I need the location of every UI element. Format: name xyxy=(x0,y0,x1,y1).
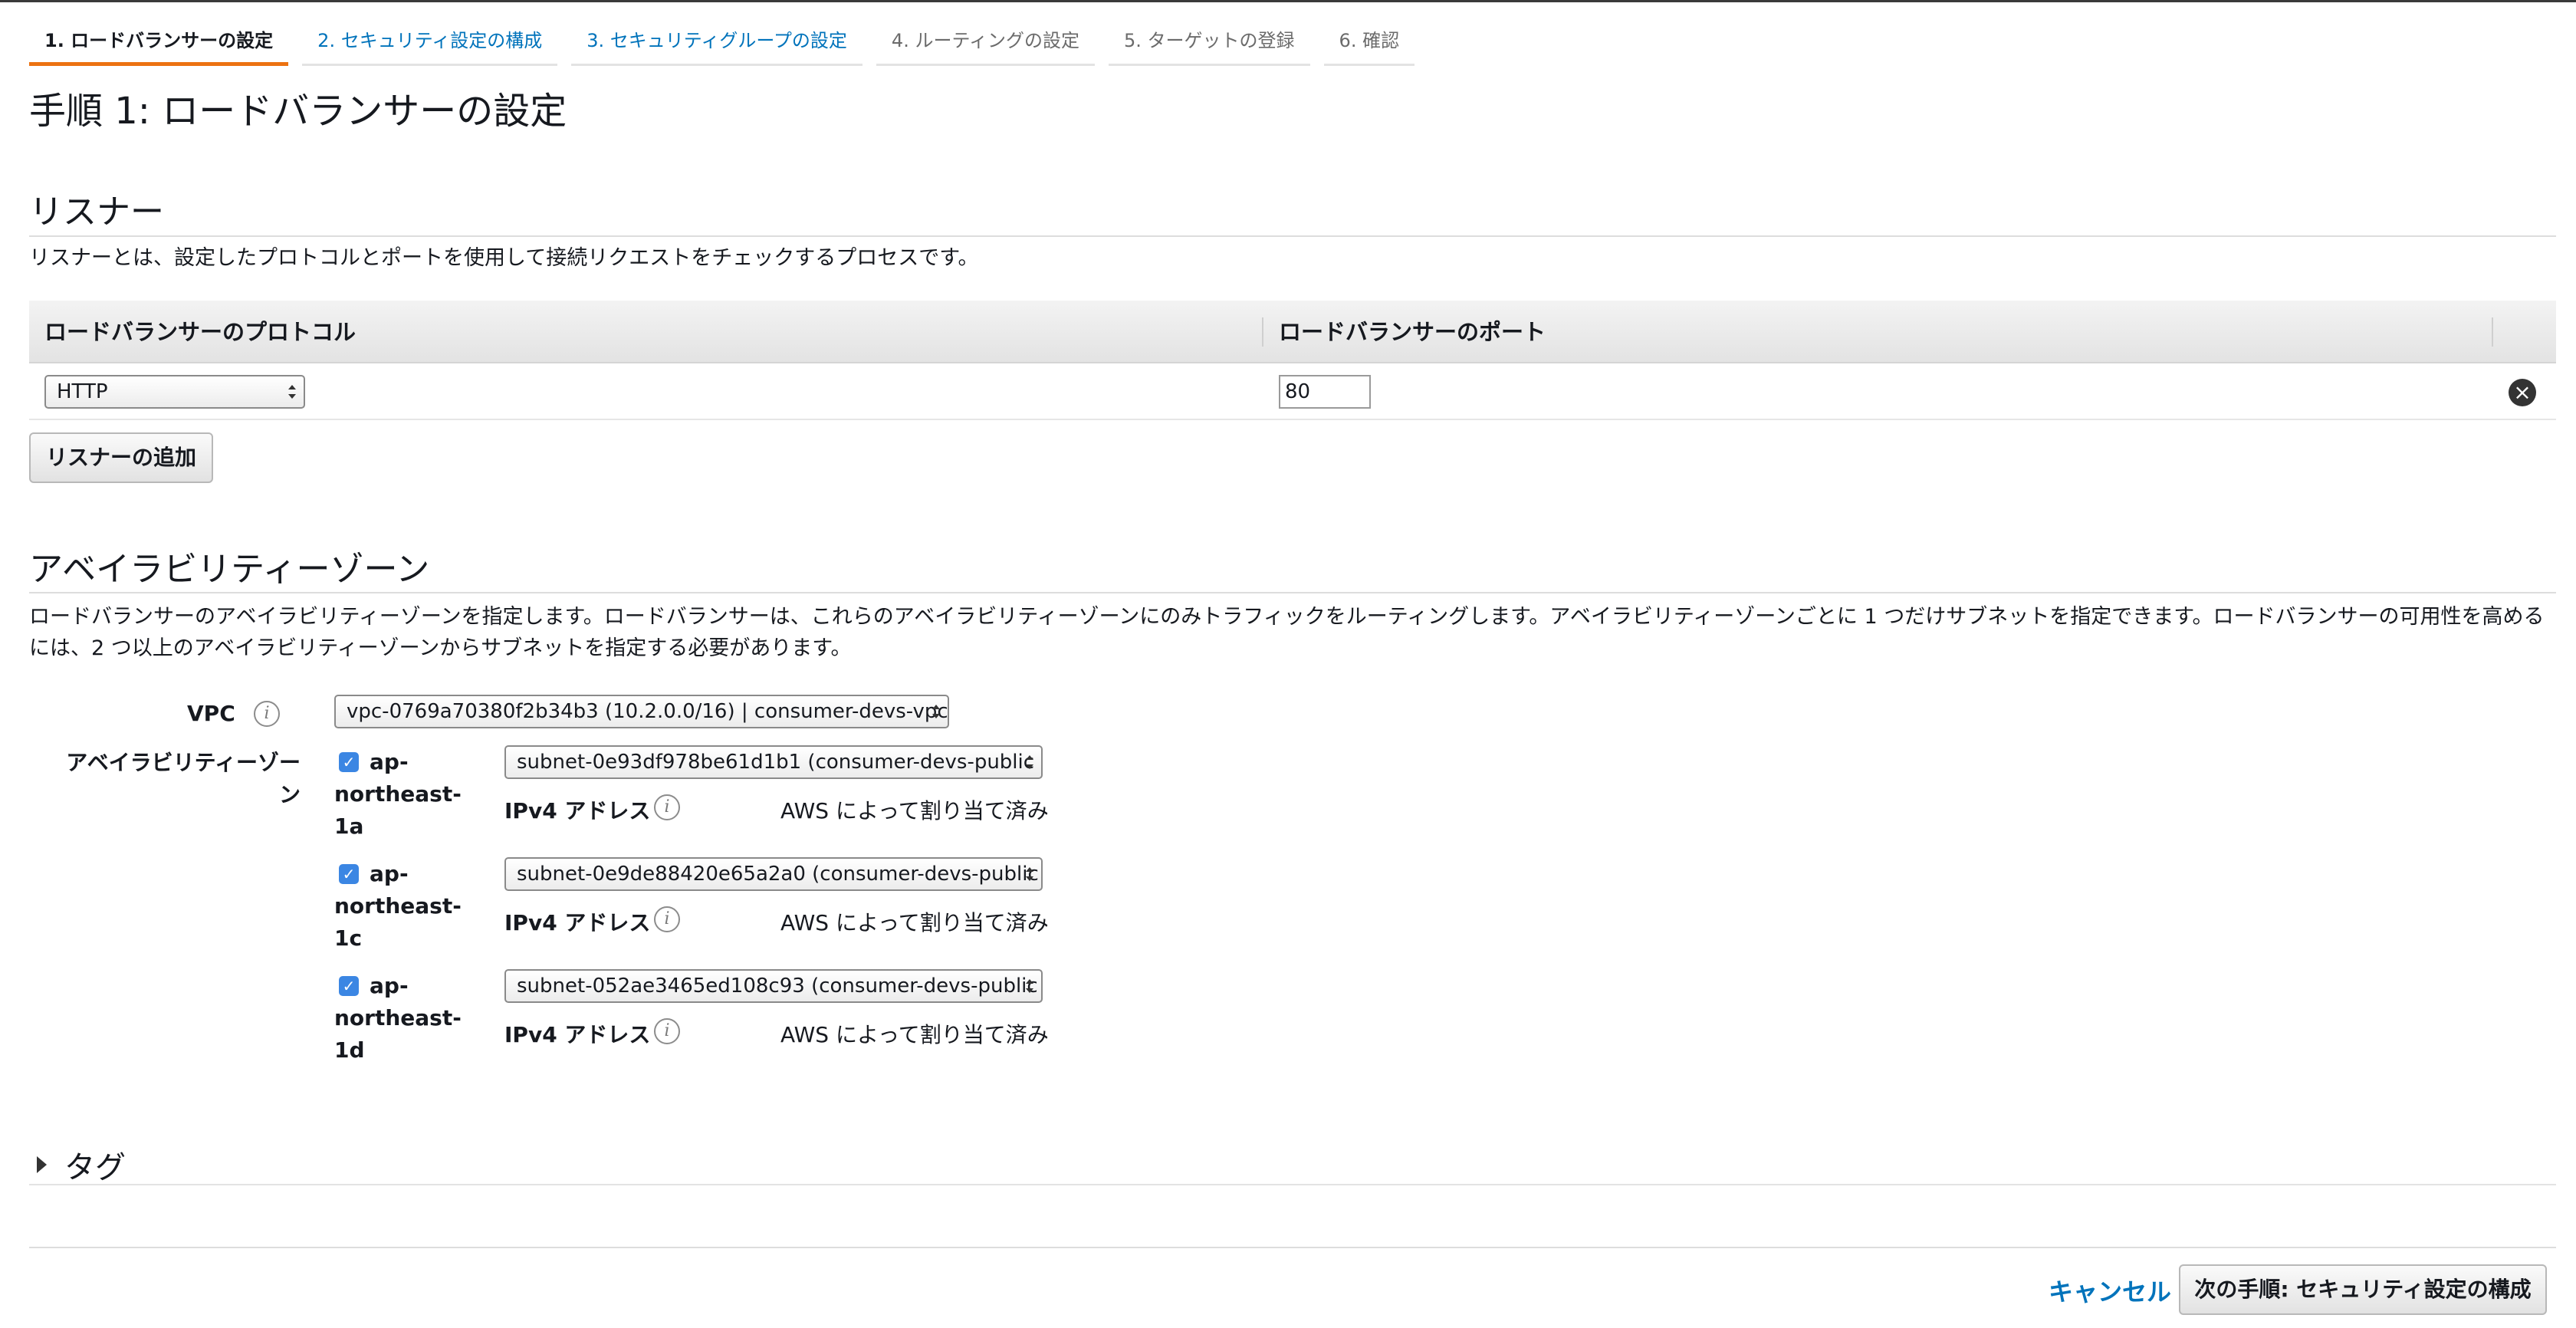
tab-configure-load-balancer[interactable]: 1. ロードバランサーの設定 xyxy=(29,21,289,66)
subnet-select-value: subnet-0e93df978be61d1b1 (consumer-devs-… xyxy=(517,751,1035,774)
vpc-select[interactable]: vpc-0769a70380f2b34b3 (10.2.0.0/16) | co… xyxy=(334,695,949,728)
select-arrows-icon xyxy=(932,705,940,718)
availability-zones-divider xyxy=(29,592,2556,593)
footer-divider xyxy=(29,1247,2556,1248)
protocol-select[interactable]: HTTP xyxy=(44,375,305,409)
tags-title: タグ xyxy=(64,1150,126,1185)
tab-configure-security-settings[interactable]: 2. セキュリティ設定の構成 xyxy=(302,21,558,66)
listeners-title: リスナー xyxy=(29,192,164,232)
zone-name-ap-northeast-1a: ap-northeast-1a xyxy=(334,749,462,839)
page-title: 手順 1: ロードバランサーの設定 xyxy=(29,90,567,133)
select-arrows-icon xyxy=(1026,867,1033,881)
subnet-select-value: subnet-052ae3465ed108c93 (consumer-devs-… xyxy=(517,975,1038,998)
tab-review: 6. 確認 xyxy=(1323,21,1415,66)
ipv4-label: IPv4 アドレス xyxy=(504,1022,651,1047)
subnet-select-ap-northeast-1c[interactable]: subnet-0e9de88420e65a2a0 (consumer-devs-… xyxy=(504,857,1043,891)
column-separator xyxy=(2492,317,2493,347)
top-border xyxy=(0,0,2576,2)
remove-listener-icon[interactable]: × xyxy=(2509,379,2536,406)
ipv4-value: AWS によって割り当て済み xyxy=(780,1022,1049,1047)
tab-register-targets: 5. ターゲットの登録 xyxy=(1109,21,1310,66)
tags-section-toggle[interactable]: タグ xyxy=(29,1142,2556,1185)
wizard-tabs: 1. ロードバランサーの設定 2. セキュリティ設定の構成 3. セキュリティグ… xyxy=(29,21,1428,66)
tab-configure-routing: 4. ルーティングの設定 xyxy=(876,21,1096,66)
zone-name-ap-northeast-1c: ap-northeast-1c xyxy=(334,861,462,951)
ipv4-info-icon[interactable]: i xyxy=(654,794,680,820)
zone-name-ap-northeast-1d: ap-northeast-1d xyxy=(334,973,462,1063)
select-arrows-icon xyxy=(1026,755,1033,769)
vpc-info-icon[interactable]: i xyxy=(254,701,280,727)
ipv4-value: AWS によって割り当て済み xyxy=(780,910,1049,935)
select-arrows-icon xyxy=(288,385,296,399)
ipv4-label: IPv4 アドレス xyxy=(504,910,651,935)
listeners-description: リスナーとは、設定したプロトコルとポートを使用して接続リクエストをチェックするプ… xyxy=(29,246,979,270)
next-step-button[interactable]: 次の手順: セキュリティ設定の構成 xyxy=(2179,1264,2547,1315)
ipv4-info-icon[interactable]: i xyxy=(654,1018,680,1044)
vpc-label: VPC xyxy=(187,701,235,726)
ipv4-label: IPv4 アドレス xyxy=(504,798,651,823)
ipv4-value: AWS によって割り当て済み xyxy=(780,798,1049,823)
listeners-divider xyxy=(29,235,2556,237)
listeners-table-header: ロードバランサーのプロトコル ロードバランサーのポート xyxy=(29,301,2556,363)
port-input[interactable]: 80 xyxy=(1279,375,1371,409)
availability-zones-description: ロードバランサーのアベイラビリティーゾーンを指定します。ロードバランサーは、これ… xyxy=(29,605,2545,660)
subnet-select-value: subnet-0e9de88420e65a2a0 (consumer-devs-… xyxy=(517,863,1039,886)
caret-right-icon xyxy=(37,1156,47,1173)
vpc-select-value: vpc-0769a70380f2b34b3 (10.2.0.0/16) | co… xyxy=(347,700,948,723)
subnet-select-ap-northeast-1a[interactable]: subnet-0e93df978be61d1b1 (consumer-devs-… xyxy=(504,745,1043,779)
listeners-table: ロードバランサーのプロトコル ロードバランサーのポート HTTP 80 × xyxy=(29,301,2556,420)
ipv4-info-icon[interactable]: i xyxy=(654,906,680,932)
cancel-link[interactable]: キャンセル xyxy=(2049,1273,2171,1308)
table-row: HTTP 80 × xyxy=(29,363,2556,419)
add-listener-button[interactable]: リスナーの追加 xyxy=(29,432,213,483)
column-header-port: ロードバランサーのポート xyxy=(1279,319,1546,345)
column-header-protocol: ロードバランサーのプロトコル xyxy=(44,319,356,345)
availability-zones-label: アベイラビリティーゾーン xyxy=(66,750,301,807)
protocol-select-value: HTTP xyxy=(57,380,108,403)
tab-configure-security-groups[interactable]: 3. セキュリティグループの設定 xyxy=(571,21,863,66)
select-arrows-icon xyxy=(1026,979,1033,993)
subnet-select-ap-northeast-1d[interactable]: subnet-052ae3465ed108c93 (consumer-devs-… xyxy=(504,969,1043,1003)
availability-zones-title: アベイラビリティーゾーン xyxy=(29,550,430,589)
